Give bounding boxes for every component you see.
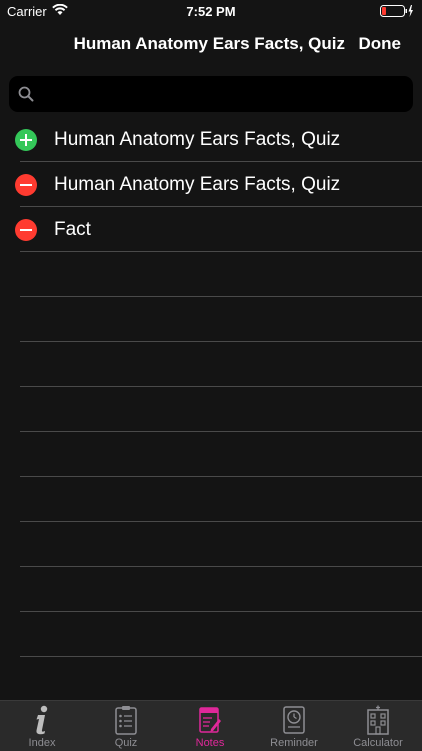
calculator-building-icon (367, 705, 389, 735)
page-title: Human Anatomy Ears Facts, Quiz (73, 34, 345, 53)
info-icon (36, 705, 48, 735)
notes-icon (199, 707, 221, 733)
tab-label: Reminder (270, 737, 318, 749)
empty-row (0, 432, 422, 477)
navigation-bar: Human Anatomy Ears Facts, Quiz Done (0, 22, 422, 66)
list-item[interactable]: Human Anatomy Ears Facts, Quiz (0, 117, 422, 162)
tab-label: Calculator (353, 737, 403, 749)
tab-bar: Index Quiz Notes Reminder Calculator (0, 700, 422, 751)
tab-calculator[interactable]: Calculator (336, 701, 420, 751)
add-row-icon[interactable] (15, 129, 37, 151)
empty-row (0, 522, 422, 567)
delete-row-icon[interactable] (15, 219, 37, 241)
empty-row (0, 387, 422, 432)
empty-row (0, 252, 422, 297)
empty-row (0, 297, 422, 342)
tab-quiz[interactable]: Quiz (84, 701, 168, 751)
tab-reminder[interactable]: Reminder (252, 701, 336, 751)
tab-notes[interactable]: Notes (168, 701, 252, 751)
status-time: 7:52 PM (186, 4, 236, 19)
search-input[interactable] (41, 76, 405, 114)
search-bar[interactable] (9, 76, 413, 114)
list-item-label: Fact (54, 219, 91, 240)
tab-label: Notes (195, 737, 225, 749)
quiz-clipboard-icon (115, 706, 137, 735)
delete-row-icon[interactable] (15, 174, 37, 196)
done-button[interactable]: Done (359, 34, 402, 54)
empty-row (0, 477, 422, 522)
empty-row (0, 657, 422, 702)
tab-index[interactable]: Index (0, 701, 84, 751)
list-item-label: Human Anatomy Ears Facts, Quiz (54, 174, 341, 195)
list-item-label: Human Anatomy Ears Facts, Quiz (54, 129, 341, 150)
list-item[interactable]: Human Anatomy Ears Facts, Quiz (0, 162, 422, 207)
list-item[interactable]: Fact (0, 207, 422, 252)
battery-icon (380, 5, 413, 17)
notes-list: Human Anatomy Ears Facts, Quiz Human Ana… (0, 117, 422, 702)
tab-label: Index (28, 737, 56, 749)
empty-row (0, 612, 422, 657)
tab-label: Quiz (114, 737, 138, 749)
search-icon (18, 86, 34, 102)
empty-row (0, 567, 422, 612)
empty-row (0, 342, 422, 387)
reminder-clock-icon (283, 706, 305, 734)
status-bar: Carrier 7:52 PM (0, 0, 422, 22)
